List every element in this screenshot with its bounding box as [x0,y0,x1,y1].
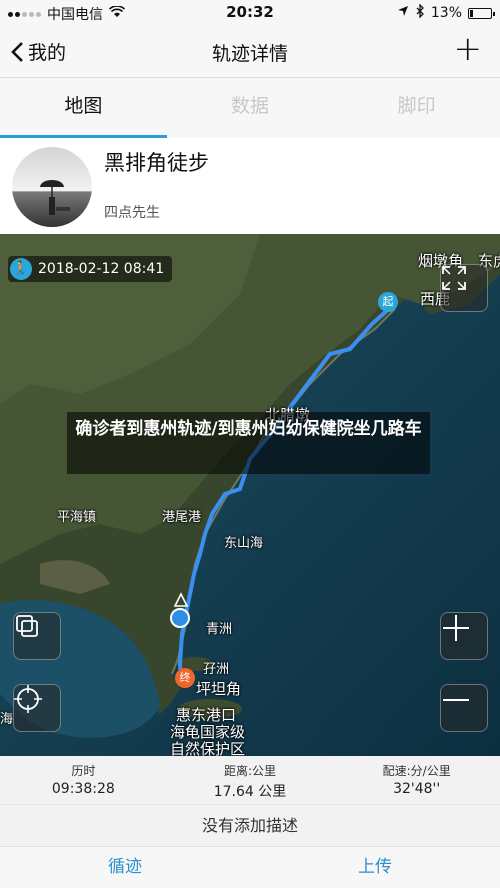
nav-bar: 我的 轨迹详情 + [0,26,500,78]
place-label: 海 [0,712,14,727]
status-bar: 中国电信 20:32 13% [0,0,500,26]
bluetooth-icon [415,3,425,22]
umbrella-figure-icon [40,180,70,215]
place-label: 坪坦角 [196,680,242,698]
plus-icon [443,615,469,641]
description-field[interactable]: 没有添加描述 [0,804,500,846]
start-marker[interactable]: 起 [378,292,398,312]
add-button[interactable]: + [454,32,483,66]
place-label: 东山海 [224,536,264,551]
place-label: 平海镇 [57,510,97,525]
page-title: 轨迹详情 [211,43,288,65]
retrace-button[interactable]: 循迹 [0,847,250,888]
tab-bar: 地图 数据 脚印 [0,78,500,138]
start-time: 2018-02-12 08:41 [38,261,165,277]
stat-label: 配速:分/公里 [382,764,451,778]
caption-overlay: 确诊者到惠州轨迹/到惠州妇幼保健院坐几路车 [67,412,430,474]
stat-label: 历时 [71,764,96,778]
zoom-in-button[interactable] [440,612,488,660]
tab-footprint[interactable]: 脚印 [333,78,500,138]
stats-bar: 历时 09:38:28 距离:公里 17.64 公里 配速:分/公里 32'48… [0,756,500,804]
end-marker[interactable]: 终 [175,668,195,688]
map-view[interactable]: 🚶 2018-02-12 08:41 起 终 烟墩角 东虎 西鹿 北腊墩 平海镇… [0,234,500,756]
location-arrow-icon [397,5,409,21]
place-label: 港尾港 [162,510,202,525]
battery-level [470,9,473,17]
zoom-out-button[interactable] [440,684,488,732]
stat-label: 距离:公里 [223,764,277,778]
stat-value: 09:38:28 [51,781,115,797]
satellite-map [0,234,500,756]
place-label: 青洲 [206,622,233,637]
upload-button[interactable]: 上传 [250,847,500,888]
battery-percent: 13% [430,5,462,21]
layers-button[interactable] [13,612,61,660]
stat-duration: 历时 09:38:28 [0,756,167,804]
stat-value: 32'48'' [393,781,441,797]
expand-icon [442,266,466,290]
track-title: 黑排角徒步 [104,151,209,175]
stat-distance: 距离:公里 17.64 公里 [167,756,334,804]
bottom-actions: 循迹 上传 [0,846,500,888]
track-header: 黑排角徒步 四点先生 [0,138,500,234]
battery-icon [468,7,495,19]
start-time-badge: 🚶 2018-02-12 08:41 [8,256,173,282]
place-label: 孖洲 [203,662,230,677]
current-position-icon [170,608,190,628]
avatar[interactable] [12,147,92,227]
minus-icon [443,699,469,701]
layers-icon [16,615,38,637]
hiker-icon: 🚶 [10,258,32,280]
fullscreen-button[interactable] [440,264,488,312]
user-nickname: 四点先生 [104,205,160,221]
place-label: 自然保护区 [170,740,246,756]
tab-data[interactable]: 数据 [167,78,334,138]
stat-value: 17.64 公里 [213,784,287,800]
locate-button[interactable] [13,684,61,732]
stat-pace: 配速:分/公里 32'48'' [333,756,500,804]
crosshair-icon [14,685,42,713]
tab-map[interactable]: 地图 [0,78,167,138]
